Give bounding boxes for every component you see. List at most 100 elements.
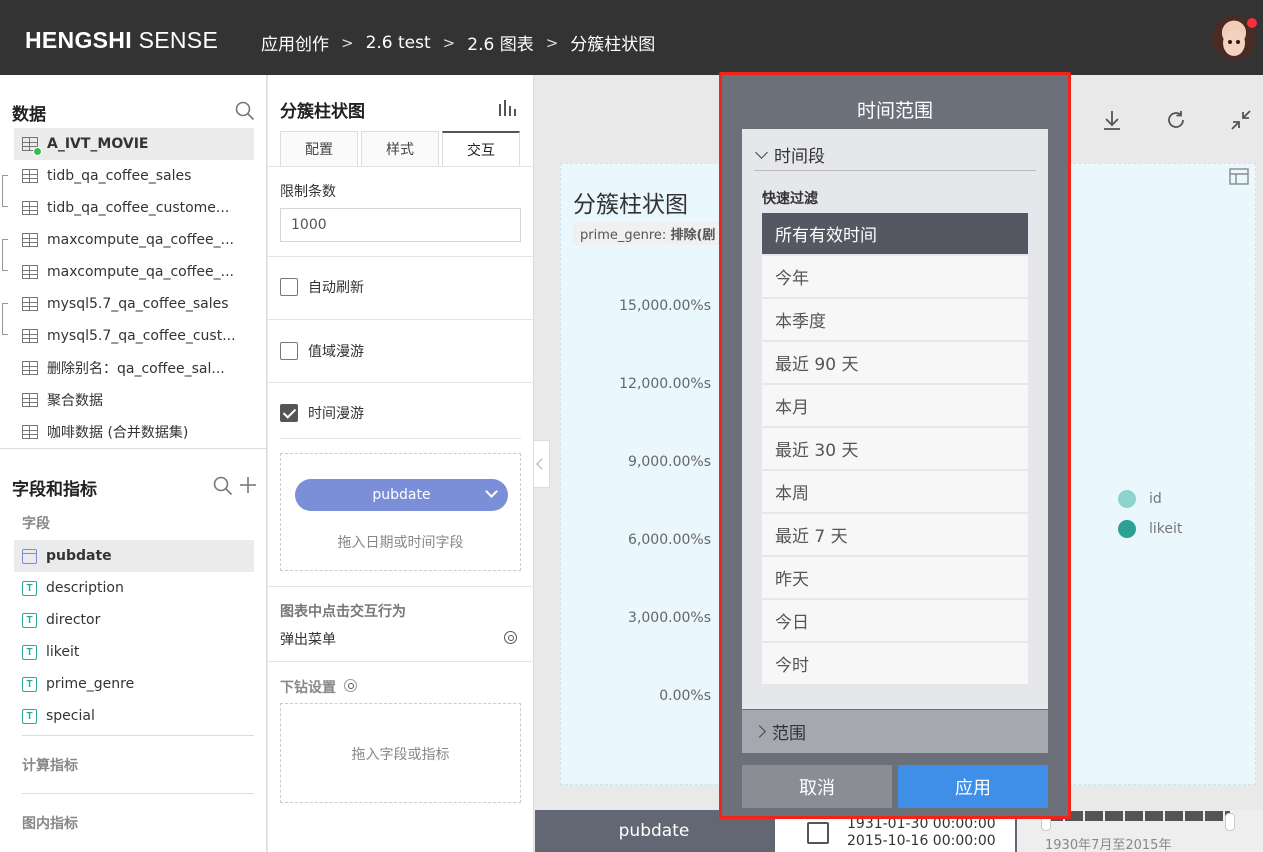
search-icon[interactable] xyxy=(213,476,233,496)
fields-title: 字段和指标 xyxy=(12,480,97,500)
table-icon xyxy=(22,425,38,439)
calendar-icon xyxy=(22,548,37,564)
slider-handle-end[interactable] xyxy=(1225,813,1235,831)
gear-icon[interactable] xyxy=(344,679,357,692)
breadcrumb: 应用创作 > 2.6 test > 2.6 图表 > 分簇柱状图 xyxy=(261,30,655,56)
drop-field-hint: 拖入字段或指标 xyxy=(351,747,450,763)
dataset-list: A_IVT_MOVIE tidb_qa_coffee_sales tidb_qa… xyxy=(14,128,254,448)
divider xyxy=(268,256,534,257)
link-connector xyxy=(2,303,8,335)
table-icon xyxy=(22,169,38,183)
field-item[interactable]: Tprime_genre xyxy=(14,668,254,700)
time-roam-option[interactable]: 时间漫游 xyxy=(280,403,364,423)
text-type-icon: T xyxy=(22,612,37,628)
value-roam-option[interactable]: 值域漫游 xyxy=(280,341,364,361)
auto-refresh-option[interactable]: 自动刷新 xyxy=(280,277,364,297)
divider xyxy=(22,793,254,794)
slider-track xyxy=(1045,811,1230,821)
top-header: HENGSHI SENSE 应用创作 > 2.6 test > 2.6 图表 >… xyxy=(0,0,1263,75)
time-field-pill[interactable]: pubdate xyxy=(295,479,508,511)
table-icon xyxy=(22,265,38,279)
breadcrumb-item[interactable]: 应用创作 xyxy=(261,30,329,55)
legend-dot xyxy=(1118,520,1136,538)
field-item[interactable]: Tspecial xyxy=(14,700,254,732)
fields-label: 字段 xyxy=(22,516,50,532)
config-panel: 分簇柱状图 配置 样式 交互 限制条数 1000 自动刷新 值域漫游 时间漫游 … xyxy=(268,75,534,852)
table-icon xyxy=(22,137,42,156)
chevron-down-icon xyxy=(485,485,498,498)
notification-dot xyxy=(1247,18,1257,28)
field-item[interactable]: Tdescription xyxy=(14,572,254,604)
inchart-metrics-label[interactable]: 图内指标 xyxy=(22,813,78,833)
dataset-item[interactable]: 咖啡数据 (合并数据集) xyxy=(14,416,254,448)
dataset-item[interactable]: tidb_qa_coffee_sales xyxy=(14,160,254,192)
dataset-item[interactable]: tidb_qa_coffee_custome... xyxy=(14,192,254,224)
status-ok-icon xyxy=(33,147,42,156)
search-icon[interactable] xyxy=(235,101,255,121)
click-behavior-value[interactable]: 弹出菜单 xyxy=(280,629,336,649)
drill-dropzone[interactable]: 拖入字段或指标 xyxy=(280,703,521,803)
tab-style[interactable]: 样式 xyxy=(361,131,439,166)
chart-name: 分簇柱状图 xyxy=(280,102,365,122)
limit-label: 限制条数 xyxy=(280,184,336,200)
text-type-icon: T xyxy=(22,676,37,692)
y-tick-label: 3,000.00%s xyxy=(628,610,711,626)
field-item[interactable]: Tdirector xyxy=(14,604,254,636)
bar-chart-icon[interactable] xyxy=(498,100,516,116)
breadcrumb-separator: > xyxy=(545,33,559,52)
table-icon xyxy=(22,361,38,375)
table-view-icon[interactable] xyxy=(1226,166,1254,194)
filter-tag[interactable]: prime_genre: 排除(剧 xyxy=(573,222,723,245)
collapse-panel-button[interactable] xyxy=(534,440,550,488)
field-item[interactable]: Tlikeit xyxy=(14,636,254,668)
breadcrumb-item[interactable]: 2.6 test xyxy=(366,33,431,53)
highlight-frame xyxy=(719,72,1071,819)
table-icon xyxy=(22,329,38,343)
time-roam-checkbox[interactable] xyxy=(280,404,298,422)
config-tabs: 配置 样式 交互 xyxy=(280,131,520,166)
dataset-item[interactable]: maxcompute_qa_coffee_... xyxy=(14,224,254,256)
add-icon[interactable] xyxy=(238,475,258,495)
breadcrumb-item[interactable]: 2.6 图表 xyxy=(467,30,533,55)
gear-icon[interactable] xyxy=(504,631,517,644)
y-tick-label: 6,000.00%s xyxy=(628,532,711,548)
table-icon xyxy=(22,297,38,311)
data-title: 数据 xyxy=(12,105,46,125)
divider xyxy=(268,319,534,320)
limit-input[interactable]: 1000 xyxy=(280,208,521,242)
refresh-icon[interactable] xyxy=(1165,109,1187,131)
divider xyxy=(268,166,534,167)
tab-config[interactable]: 配置 xyxy=(280,131,358,166)
dataset-item[interactable]: mysql5.7_qa_coffee_sales xyxy=(14,288,254,320)
legend-item[interactable]: likeit xyxy=(1118,520,1182,538)
divider xyxy=(268,382,534,383)
auto-refresh-checkbox[interactable] xyxy=(280,278,298,296)
divider xyxy=(280,438,521,439)
value-roam-checkbox[interactable] xyxy=(280,342,298,360)
divider xyxy=(22,735,254,736)
dataset-item[interactable]: 删除别名：qa_coffee_sal... xyxy=(14,352,254,384)
legend-item[interactable]: id xyxy=(1118,490,1162,508)
divider xyxy=(268,661,534,662)
tab-interaction[interactable]: 交互 xyxy=(442,131,520,166)
dataset-item[interactable]: 聚合数据 xyxy=(14,384,254,416)
data-panel: 数据 A_IVT_MOVIE tidb_qa_coffee_sales tidb… xyxy=(0,75,267,852)
drop-date-hint: 拖入日期或时间字段 xyxy=(337,535,464,551)
field-list: pubdate Tdescription Tdirector Tlikeit T… xyxy=(14,540,254,732)
text-type-icon: T xyxy=(22,580,37,596)
date-dropzone[interactable]: pubdate 拖入日期或时间字段 xyxy=(280,453,521,571)
link-connector xyxy=(2,175,8,207)
collapse-icon[interactable] xyxy=(1230,109,1252,131)
breadcrumb-separator: > xyxy=(442,33,456,52)
dataset-item[interactable]: A_IVT_MOVIE xyxy=(14,128,254,160)
field-item[interactable]: pubdate xyxy=(14,540,254,572)
app-logo[interactable]: HENGSHI SENSE xyxy=(25,27,218,54)
calendar-icon xyxy=(807,822,829,844)
y-tick-label: 0.00%s xyxy=(659,688,711,704)
calc-metrics-label[interactable]: 计算指标 xyxy=(22,755,78,775)
download-icon[interactable] xyxy=(1101,109,1123,131)
text-type-icon: T xyxy=(22,708,37,724)
click-behavior-label: 图表中点击交互行为 xyxy=(280,604,406,620)
dataset-item[interactable]: mysql5.7_qa_coffee_cust... xyxy=(14,320,254,352)
dataset-item[interactable]: maxcompute_qa_coffee_... xyxy=(14,256,254,288)
